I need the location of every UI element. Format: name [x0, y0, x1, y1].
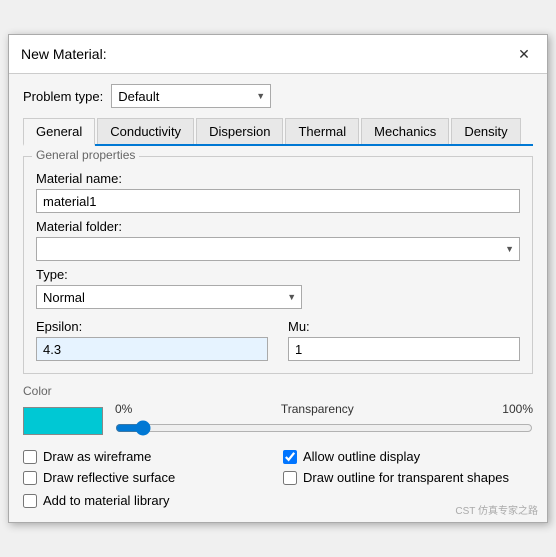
checkbox-wireframe[interactable]: [23, 450, 37, 464]
tab-bar: General Conductivity Dispersion Thermal …: [23, 118, 533, 146]
tab-mechanics[interactable]: Mechanics: [361, 118, 449, 144]
checkbox-transparent-outline-row[interactable]: Draw outline for transparent shapes: [283, 470, 533, 485]
epsilon-label: Epsilon:: [36, 319, 268, 334]
tab-thermal[interactable]: Thermal: [285, 118, 359, 144]
group-title: General properties: [32, 148, 139, 162]
checkbox-outline[interactable]: [283, 450, 297, 464]
close-icon: ✕: [518, 46, 530, 63]
checkboxes-section: Draw as wireframe Allow outline display …: [23, 449, 533, 485]
mu-label: Mu:: [288, 319, 520, 334]
tab-conductivity[interactable]: Conductivity: [97, 118, 194, 144]
tab-general[interactable]: General: [23, 118, 95, 146]
watermark: CST 仿真专家之路: [455, 502, 538, 517]
general-properties-group: General properties Material name: Materi…: [23, 156, 533, 374]
checkbox-reflective-label: Draw reflective surface: [43, 470, 175, 485]
checkbox-reflective-row[interactable]: Draw reflective surface: [23, 470, 273, 485]
checkbox-transparent-outline[interactable]: [283, 471, 297, 485]
material-name-label: Material name:: [36, 171, 520, 186]
transparency-100pct: 100%: [502, 402, 533, 416]
checkbox-reflective[interactable]: [23, 471, 37, 485]
checkbox-outline-row[interactable]: Allow outline display: [283, 449, 533, 464]
transparency-label: Transparency: [281, 402, 354, 416]
dialog-title: New Material:: [21, 46, 107, 62]
checkbox-wireframe-label: Draw as wireframe: [43, 449, 151, 464]
close-button[interactable]: ✕: [513, 43, 535, 65]
mu-input[interactable]: [288, 337, 520, 361]
color-label: Color: [23, 384, 533, 398]
epsilon-input[interactable]: [36, 337, 268, 361]
checkbox-add-library-row[interactable]: Add to material library: [23, 493, 169, 508]
tab-dispersion[interactable]: Dispersion: [196, 118, 283, 144]
checkbox-outline-label: Allow outline display: [303, 449, 420, 464]
type-select[interactable]: Normal Metal Dielectric PEC: [36, 285, 302, 309]
material-folder-label: Material folder:: [36, 219, 520, 234]
tab-density[interactable]: Density: [451, 118, 520, 144]
checkbox-add-library[interactable]: [23, 494, 37, 508]
color-swatch[interactable]: [23, 407, 103, 435]
checkbox-wireframe-row[interactable]: Draw as wireframe: [23, 449, 273, 464]
transparency-section: 0% Transparency 100%: [115, 402, 533, 439]
problem-type-label: Problem type:: [23, 89, 103, 104]
checkbox-transparent-outline-label: Draw outline for transparent shapes: [303, 470, 509, 485]
color-section: Color 0% Transparency 100%: [23, 384, 533, 439]
checkbox-add-library-label: Add to material library: [43, 493, 169, 508]
transparency-0pct: 0%: [115, 402, 132, 416]
transparency-slider[interactable]: [115, 420, 533, 436]
type-label: Type:: [36, 267, 520, 282]
problem-type-select[interactable]: Default: [111, 84, 271, 108]
material-name-input[interactable]: [36, 189, 520, 213]
material-folder-select[interactable]: [36, 237, 520, 261]
